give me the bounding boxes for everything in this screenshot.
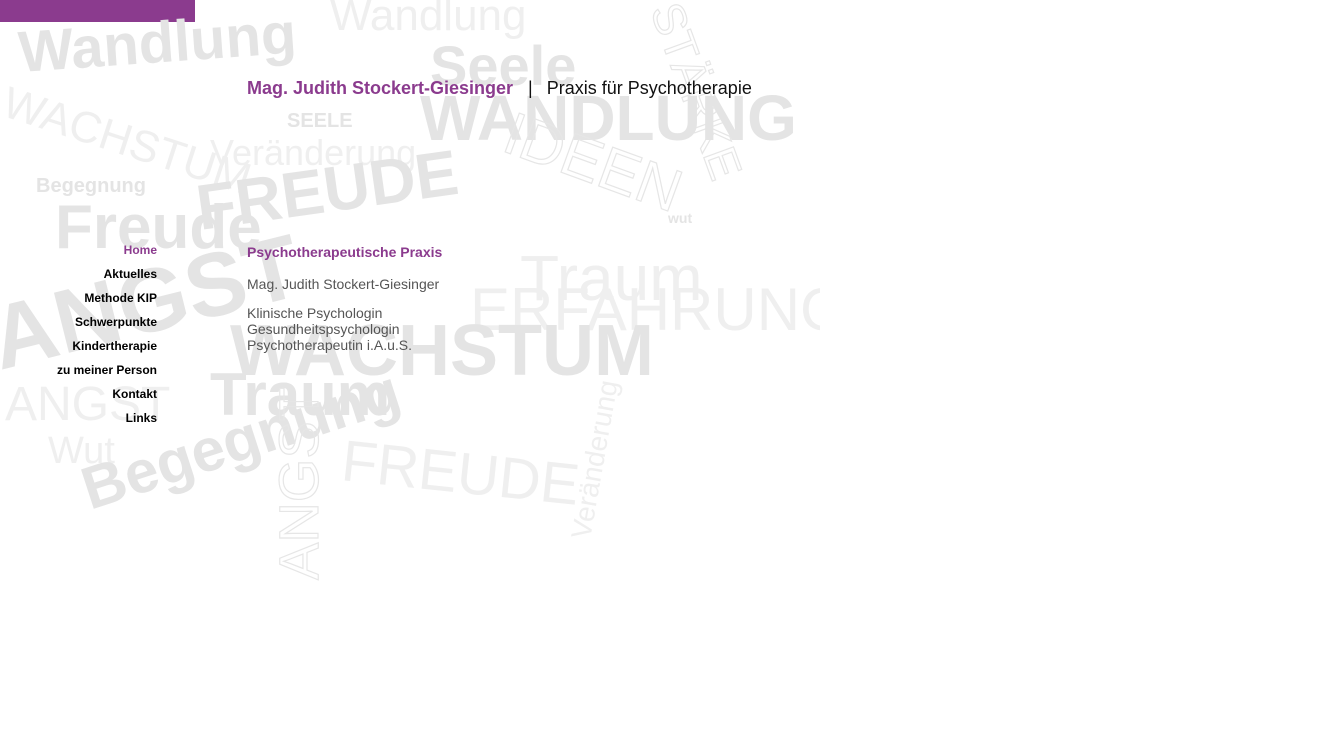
svg-text:Veränderung: Veränderung [210,132,416,173]
practitioner-name-title[interactable]: Mag. Judith Stockert-Giesinger [247,78,513,98]
svg-text:IDEEN: IDEEN [496,99,691,225]
nav-item-links[interactable]: Links [0,410,157,434]
nav-item-kontakt[interactable]: Kontakt [0,386,157,410]
nav-item-methode-kip[interactable]: Methode KIP [0,290,157,314]
main-navigation: Home Aktuelles Methode KIP Schwerpunkte … [0,242,157,434]
practice-subtitle: Praxis für Psychotherapie [546,78,752,98]
nav-item-home[interactable]: Home [0,242,157,266]
qualification-item: Klinische Psychologin [247,305,383,321]
page: Wandlung Wandlung Seele WACHSTUM STÄRKE … [0,0,1322,743]
svg-text:ANGST: ANGST [267,387,330,580]
svg-text:FREUDE: FREUDE [339,428,583,518]
practitioner-name: Mag. Judith Stockert-Giesinger [247,276,440,292]
svg-text:SEELE: SEELE [287,110,353,132]
site-header: Mag. Judith Stockert-Giesinger | Praxis fü… [247,78,752,99]
svg-text:Begegnung: Begegnung [36,175,146,197]
svg-text:WACHSTUM: WACHSTUM [0,78,257,204]
nav-item-schwerpunkte[interactable]: Schwerpunkte [0,314,157,338]
qualification-item: Gesundheitspsychologin [247,321,400,337]
page-heading: Psychotherapeutische Praxis [247,244,443,260]
header-separator: | [528,78,533,98]
qualification-item: Psychotherapeutin i.A.u.S. [247,337,412,353]
brand-accent-bar [0,0,195,22]
svg-text:Veränderung: Veränderung [565,378,623,541]
svg-text:wut: wut [667,210,692,226]
nav-item-kindertherapie[interactable]: Kindertherapie [0,338,157,362]
nav-item-aktuelles[interactable]: Aktuelles [0,266,157,290]
nav-item-zu-meiner-person[interactable]: zu meiner Person [0,362,157,386]
svg-text:Wut: Wut [48,430,115,472]
svg-text:Wandlung: Wandlung [330,0,527,40]
qualification-list: Klinische Psychologin Gesundheitspsychol… [247,305,847,353]
svg-text:Traum: Traum [210,361,390,428]
svg-text:FREUDE: FREUDE [192,136,463,244]
main-content: Psychotherapeutische Praxis Mag. Judith … [247,243,847,353]
